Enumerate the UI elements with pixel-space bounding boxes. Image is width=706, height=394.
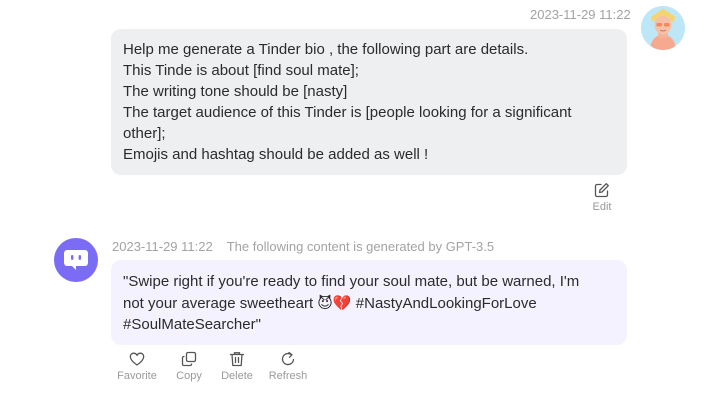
refresh-button[interactable]: Refresh [266, 351, 310, 382]
user-message-line: The writing tone should be [nasty] [123, 83, 348, 100]
bot-message-meta: 2023-11-29 11:22 The following content is… [112, 239, 508, 254]
bot-message-line: "Swipe right if you're ready to find you… [123, 273, 580, 290]
bot-message-line: not your average sweetheart 😈💔 #NastyAnd… [123, 294, 537, 312]
user-avatar [641, 6, 685, 50]
trash-icon [229, 352, 245, 367]
copy-button[interactable]: Copy [171, 351, 207, 382]
delete-button[interactable]: Delete [219, 351, 255, 382]
favorite-label: Favorite [117, 370, 157, 382]
favorite-button[interactable]: Favorite [113, 351, 161, 382]
user-message-bubble: Help me generate a Tinder bio , the foll… [111, 29, 627, 175]
user-message-line: This Tinde is about [find soul mate]; [123, 62, 359, 79]
delete-label: Delete [221, 370, 253, 382]
bot-message-timestamp: 2023-11-29 11:22 [112, 239, 213, 254]
copy-icon [181, 351, 197, 367]
copy-label: Copy [176, 370, 202, 382]
refresh-icon [281, 351, 295, 366]
bot-avatar [54, 238, 98, 282]
user-message-line: other]; [123, 125, 166, 142]
bot-icon [64, 250, 88, 270]
user-avatar-illustration [641, 6, 685, 50]
refresh-label: Refresh [268, 370, 308, 382]
user-message-line: Help me generate a Tinder bio , the foll… [123, 41, 529, 58]
bot-message-line: #SoulMateSearcher" [123, 316, 261, 333]
user-message-timestamp: 2023-11-29 11:22 [530, 7, 631, 22]
edit-button[interactable]: Edit [588, 182, 616, 213]
generated-by-note: The following content is generated by GP… [226, 239, 495, 254]
edit-icon [594, 183, 609, 198]
edit-label: Edit [592, 201, 612, 213]
user-message-line: Emojis and hashtag should be added as we… [123, 146, 429, 163]
user-message-line: The target audience of this Tinder is [p… [123, 104, 572, 121]
heart-icon [129, 352, 145, 366]
bot-message-bubble: "Swipe right if you're ready to find you… [111, 260, 627, 345]
